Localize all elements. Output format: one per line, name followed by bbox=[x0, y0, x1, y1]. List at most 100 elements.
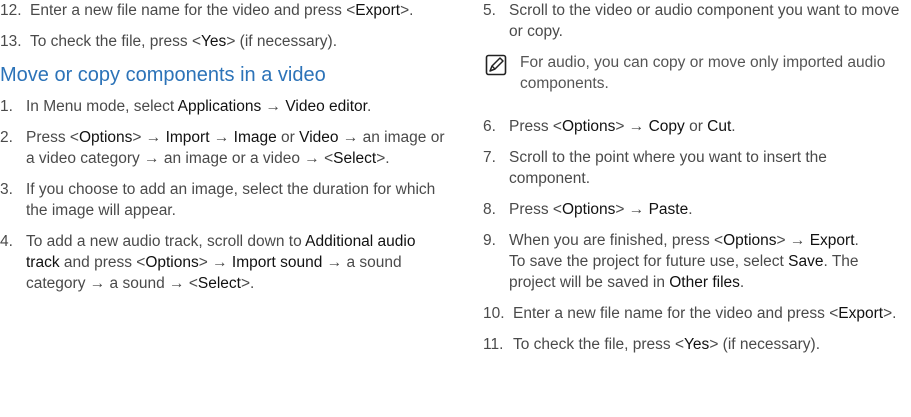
text-run: >. bbox=[883, 305, 897, 322]
step-number: 1. bbox=[0, 98, 13, 115]
text-run: . bbox=[739, 274, 745, 291]
step-list-top: 12. Enter a new file name for the video a… bbox=[0, 0, 445, 52]
text-run: > (if necessary). bbox=[226, 33, 337, 50]
step-text: If you choose to add an image, select th… bbox=[26, 179, 445, 221]
bold-term: Yes bbox=[201, 33, 227, 50]
bold-term: Options bbox=[561, 201, 616, 218]
text-run: > → bbox=[198, 254, 232, 271]
text-run: Enter a new file name for the video and … bbox=[513, 305, 839, 322]
step-text: To add a new audio track, scroll down to… bbox=[26, 231, 445, 294]
step-list-first: 5. Scroll to the video or audio component… bbox=[483, 0, 903, 42]
text-run: When you are finished, press < bbox=[509, 232, 724, 249]
text-run: → bbox=[209, 129, 234, 146]
text-run: Scroll to the point where you want to in… bbox=[509, 149, 827, 187]
text-run: > → bbox=[132, 129, 166, 146]
bold-term: Save bbox=[788, 253, 824, 270]
step-text: To check the file, press <Yes> (if neces… bbox=[513, 334, 903, 355]
step-item: 13. To check the file, press <Yes> (if ne… bbox=[0, 31, 445, 52]
text-run: . bbox=[854, 232, 859, 249]
bold-term: Options bbox=[145, 254, 199, 271]
text-run: > (if necessary). bbox=[709, 336, 820, 353]
left-column: 12. Enter a new file name for the video a… bbox=[0, 0, 445, 304]
bold-term: Video bbox=[299, 129, 339, 146]
text-run: . bbox=[688, 201, 693, 218]
bold-term: Select bbox=[197, 275, 241, 292]
bold-term: Import bbox=[165, 129, 210, 146]
step-item: 2. Press <Options> → Import → Image or Vi… bbox=[0, 127, 445, 169]
bold-term: Export bbox=[838, 305, 884, 322]
right-column: 5. Scroll to the video or audio component… bbox=[483, 0, 903, 365]
step-item: 12. Enter a new file name for the video a… bbox=[0, 0, 445, 21]
note-box: For audio, you can copy or move only imp… bbox=[483, 52, 903, 94]
bold-term: Video editor bbox=[285, 98, 367, 115]
bold-term: Paste bbox=[648, 201, 689, 218]
text-run: > → bbox=[615, 118, 649, 135]
note-text: For audio, you can copy or move only imp… bbox=[520, 54, 886, 92]
text-run: Press < bbox=[509, 118, 562, 135]
bold-term: Export bbox=[809, 232, 855, 249]
step-item: 6. Press <Options> → Copy or Cut. bbox=[483, 116, 903, 137]
bold-term: Copy bbox=[648, 118, 685, 135]
step-text: Scroll to the point where you want to in… bbox=[509, 147, 903, 189]
step-number: 4. bbox=[0, 233, 13, 250]
text-run: If you choose to add an image, select th… bbox=[26, 181, 436, 219]
step-item: 7. Scroll to the point where you want to … bbox=[483, 147, 903, 189]
text-run: To check the file, press < bbox=[513, 336, 685, 353]
step-item: 8. Press <Options> → Paste. bbox=[483, 199, 903, 220]
text-run: . bbox=[366, 98, 372, 115]
step-number: 2. bbox=[0, 129, 13, 146]
step-text: To check the file, press <Yes> (if neces… bbox=[30, 31, 445, 52]
bold-term: Yes bbox=[684, 336, 710, 353]
step-item: 1. In Menu mode, select Applications → Vi… bbox=[0, 96, 445, 117]
step-text: Enter a new file name for the video and … bbox=[30, 0, 445, 21]
text-run: To add a new audio track, scroll down to bbox=[26, 233, 306, 250]
text-run: >. bbox=[240, 275, 255, 292]
text-run: >. bbox=[400, 2, 414, 19]
step-item: 5. Scroll to the video or audio component… bbox=[483, 0, 903, 42]
text-run: Enter a new file name for the video and … bbox=[30, 2, 356, 19]
step-item: 9. When you are finished, press <Options>… bbox=[483, 230, 903, 293]
bold-term: Options bbox=[78, 129, 133, 146]
section-heading: Move or copy components in a video bbox=[0, 64, 326, 86]
step-number: 5. bbox=[483, 2, 496, 19]
text-run: > → bbox=[776, 232, 810, 249]
text-run: To check the file, press < bbox=[30, 33, 202, 50]
step-number: 8. bbox=[483, 201, 496, 218]
step-item: 10. Enter a new file name for the video a… bbox=[483, 303, 903, 324]
text-run: >. bbox=[376, 150, 390, 167]
text-run: Press < bbox=[509, 201, 562, 218]
text-run: In Menu mode, select bbox=[26, 98, 178, 115]
bold-term: Applications bbox=[177, 98, 262, 115]
step-list: 6. Press <Options> → Copy or Cut. 7. Scroll… bbox=[483, 116, 903, 355]
step-text: Scroll to the video or audio component y… bbox=[509, 0, 903, 42]
step-number: 13. bbox=[0, 33, 22, 50]
bold-term: Cut bbox=[707, 118, 732, 135]
text-run: Scroll to the video or audio component y… bbox=[509, 2, 900, 40]
bold-term: Import sound bbox=[231, 254, 323, 271]
step-item: 11. To check the file, press <Yes> (if ne… bbox=[483, 334, 903, 355]
text-run: Press < bbox=[26, 129, 79, 146]
bold-term: Options bbox=[723, 232, 777, 249]
step-number: 7. bbox=[483, 149, 496, 166]
bold-term: Export bbox=[355, 2, 401, 19]
bold-term: Options bbox=[561, 118, 616, 135]
step-number: 12. bbox=[0, 2, 22, 19]
text-run: . bbox=[731, 118, 736, 135]
step-text: In Menu mode, select Applications → Vide… bbox=[26, 96, 445, 117]
step-text: Press <Options> → Import → Image or Vide… bbox=[26, 127, 445, 169]
step-text: Press <Options> → Copy or Cut. bbox=[509, 116, 903, 137]
step-number: 10. bbox=[483, 305, 505, 322]
step-number: 9. bbox=[483, 232, 496, 249]
step-number: 6. bbox=[483, 118, 496, 135]
step-text: Enter a new file name for the video and … bbox=[513, 303, 903, 324]
text-run: or bbox=[276, 129, 300, 146]
note-pencil-icon bbox=[485, 54, 507, 76]
step-text: Press <Options> → Paste. bbox=[509, 199, 903, 220]
text-run: → bbox=[261, 98, 286, 115]
step-item: 3. If you choose to add an image, select … bbox=[0, 179, 445, 221]
bold-term: Other files bbox=[669, 274, 740, 291]
step-number: 3. bbox=[0, 181, 13, 198]
text-run: > → bbox=[615, 201, 649, 218]
bold-term: Image bbox=[233, 129, 277, 146]
text-run: and press < bbox=[59, 254, 146, 271]
